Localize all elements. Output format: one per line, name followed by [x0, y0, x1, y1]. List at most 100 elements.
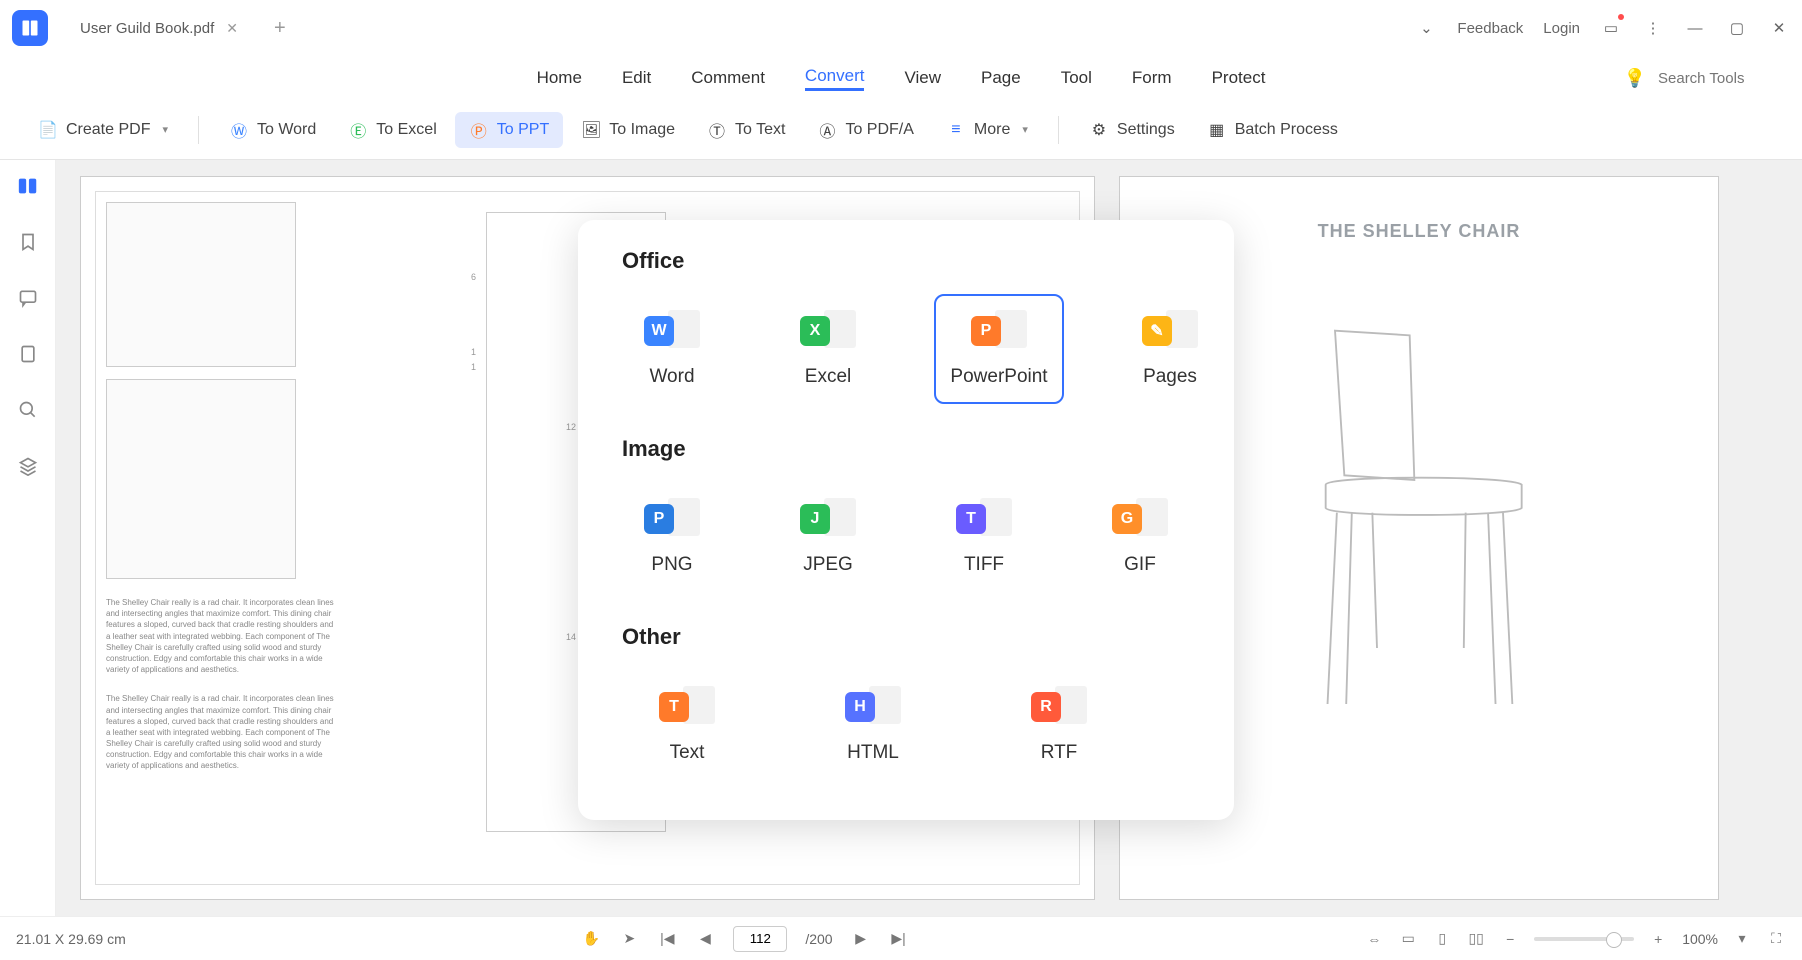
page-desc-2: The Shelley Chair really is a rad chair.… [106, 693, 336, 771]
zoom-out-icon[interactable]: − [1500, 929, 1520, 949]
fit-page-icon[interactable]: ▭ [1398, 929, 1418, 949]
pdfa-icon: Ⓐ [817, 120, 837, 140]
page-input[interactable] [733, 926, 787, 952]
statusbar: 21.01 X 29.69 cm ✋ ➤ |◀ ◀ /200 ▶ ▶| ⇔ ▭ … [0, 916, 1802, 960]
convert-gif[interactable]: GGIF [1090, 482, 1190, 592]
bookmark-icon[interactable] [14, 228, 42, 256]
last-page-icon[interactable]: ▶| [889, 929, 909, 949]
dim-14: 14 [566, 632, 576, 642]
gear-icon: ⚙ [1089, 120, 1109, 140]
chevron-down-icon[interactable]: ▾ [1732, 929, 1752, 949]
batch-process-button[interactable]: ▦ Batch Process [1193, 112, 1352, 148]
more-button[interactable]: ≡ More ▾ [932, 112, 1042, 148]
menu-convert[interactable]: Convert [805, 66, 865, 91]
dim-1a: 1 [471, 347, 476, 357]
batch-icon: ▦ [1207, 120, 1227, 140]
minimize-button[interactable]: — [1684, 17, 1706, 39]
menu-view[interactable]: View [904, 68, 941, 88]
feedback-link[interactable]: Feedback [1457, 20, 1523, 37]
to-image-button[interactable]: 🖼 To Image [567, 112, 689, 148]
left-sidebar [0, 160, 56, 916]
more-icon: ≡ [946, 120, 966, 140]
titlebar: User Guild Book.pdf ✕ + ⌄ Feedback Login… [0, 0, 1802, 56]
select-tool-icon[interactable]: ➤ [619, 929, 639, 949]
to-ppt-button[interactable]: Ⓟ To PPT [455, 112, 563, 148]
convert-toolbar: 📄 Create PDF ▾ Ⓦ To Word Ⓔ To Excel Ⓟ To… [0, 100, 1802, 160]
convert-tiff[interactable]: TTIFF [934, 482, 1034, 592]
to-pdfa-button[interactable]: Ⓐ To PDF/A [803, 112, 927, 148]
app-logo [12, 10, 48, 46]
popup-section-other: Other [622, 624, 1190, 650]
convert-rtf[interactable]: RRTF [994, 670, 1124, 780]
zoom-slider[interactable] [1534, 937, 1634, 941]
maximize-button[interactable]: ▢ [1726, 17, 1748, 39]
popup-section-image: Image [622, 436, 1190, 462]
menubar: Home Edit Comment Convert View Page Tool… [0, 56, 1802, 100]
chevron-down-icon[interactable]: ⌄ [1415, 17, 1437, 39]
notification-icon[interactable]: ▭ [1600, 17, 1622, 39]
chair-drawing [1279, 312, 1559, 723]
image-icon: 🖼 [581, 120, 601, 140]
tab-file[interactable]: User Guild Book.pdf ✕ [64, 8, 254, 48]
two-page-icon[interactable]: ▯▯ [1466, 929, 1486, 949]
zoom-in-icon[interactable]: + [1648, 929, 1668, 949]
menu-home[interactable]: Home [537, 68, 582, 88]
tab-close-icon[interactable]: ✕ [226, 20, 238, 37]
chevron-down-icon: ▾ [1022, 123, 1028, 136]
to-excel-button[interactable]: Ⓔ To Excel [334, 112, 450, 148]
tab-title: User Guild Book.pdf [80, 20, 214, 37]
single-page-icon[interactable]: ▯ [1432, 929, 1452, 949]
dim-6: 6 [471, 272, 476, 282]
ppt-icon: Ⓟ [469, 120, 489, 140]
prev-page-icon[interactable]: ◀ [695, 929, 715, 949]
create-pdf-icon: 📄 [38, 120, 58, 140]
menu-tool[interactable]: Tool [1061, 68, 1092, 88]
fit-width-icon[interactable]: ⇔ [1364, 929, 1384, 949]
convert-jpeg[interactable]: JJPEG [778, 482, 878, 592]
menu-page[interactable]: Page [981, 68, 1021, 88]
attachment-icon[interactable] [14, 340, 42, 368]
layers-icon[interactable] [14, 452, 42, 480]
page-dimensions: 21.01 X 29.69 cm [16, 931, 126, 947]
convert-popup: Office WWord XExcel PPowerPoint ✎Pages I… [578, 220, 1234, 820]
thumbnails-icon[interactable] [14, 172, 42, 200]
popup-section-office: Office [622, 248, 1190, 274]
menu-protect[interactable]: Protect [1212, 68, 1266, 88]
total-pages: /200 [805, 931, 832, 947]
convert-html[interactable]: HHTML [808, 670, 938, 780]
menu-edit[interactable]: Edit [622, 68, 651, 88]
to-text-button[interactable]: Ⓣ To Text [693, 112, 799, 148]
create-pdf-button[interactable]: 📄 Create PDF ▾ [24, 112, 182, 148]
convert-pages[interactable]: ✎Pages [1120, 294, 1220, 404]
dim-12: 12 [566, 422, 576, 432]
word-icon: Ⓦ [229, 120, 249, 140]
menu-comment[interactable]: Comment [691, 68, 765, 88]
first-page-icon[interactable]: |◀ [657, 929, 677, 949]
convert-word[interactable]: WWord [622, 294, 722, 404]
convert-powerpoint[interactable]: PPowerPoint [934, 294, 1064, 404]
close-window-button[interactable]: ✕ [1768, 17, 1790, 39]
menu-form[interactable]: Form [1132, 68, 1172, 88]
search-tools-input[interactable] [1658, 70, 1778, 87]
new-tab-button[interactable]: + [274, 17, 286, 40]
search-icon[interactable] [14, 396, 42, 424]
next-page-icon[interactable]: ▶ [851, 929, 871, 949]
more-menu-icon[interactable]: ⋮ [1642, 17, 1664, 39]
to-word-button[interactable]: Ⓦ To Word [215, 112, 330, 148]
fullscreen-icon[interactable]: ⛶ [1766, 929, 1786, 949]
dim-1b: 1 [471, 362, 476, 372]
lightbulb-icon[interactable]: 💡 [1624, 68, 1646, 89]
chevron-down-icon: ▾ [162, 123, 168, 136]
convert-png[interactable]: PPNG [622, 482, 722, 592]
settings-button[interactable]: ⚙ Settings [1075, 112, 1189, 148]
comment-icon[interactable] [14, 284, 42, 312]
divider [1058, 116, 1059, 144]
login-link[interactable]: Login [1543, 20, 1580, 37]
page-desc-1: The Shelley Chair really is a rad chair.… [106, 597, 336, 675]
convert-text[interactable]: TText [622, 670, 752, 780]
convert-excel[interactable]: XExcel [778, 294, 878, 404]
zoom-level: 100% [1682, 931, 1718, 947]
hand-tool-icon[interactable]: ✋ [581, 929, 601, 949]
text-icon: Ⓣ [707, 120, 727, 140]
excel-icon: Ⓔ [348, 120, 368, 140]
